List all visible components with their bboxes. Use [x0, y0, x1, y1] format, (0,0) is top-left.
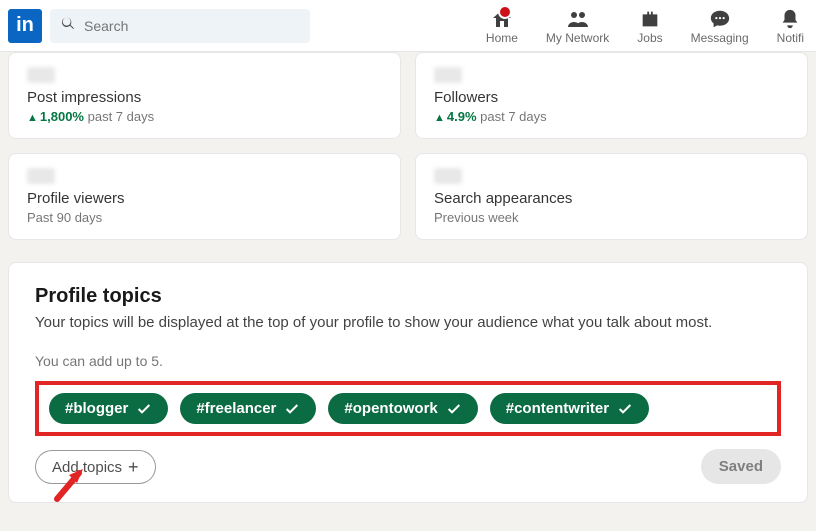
stat-title: Post impressions: [27, 89, 382, 106]
section-description: Your topics will be displayed at the top…: [35, 314, 781, 331]
nav-label: Messaging: [691, 31, 749, 45]
nav-label: Jobs: [637, 31, 662, 45]
annotation-arrow-icon: [49, 455, 97, 508]
briefcase-icon: [639, 7, 661, 31]
linkedin-logo[interactable]: in: [8, 9, 42, 43]
content: Post impressions ▲1,800% past 7 days Fol…: [0, 52, 816, 503]
bell-icon: [779, 7, 801, 31]
stat-title: Followers: [434, 89, 789, 106]
search-input[interactable]: [84, 18, 300, 34]
nav-label: My Network: [546, 31, 609, 45]
check-icon: [446, 401, 462, 417]
nav-network[interactable]: My Network: [546, 7, 609, 45]
stat-card-profile-viewers[interactable]: Profile viewers Past 90 days: [8, 153, 401, 240]
nav: Home My Network Jobs Messaging Notifi: [486, 7, 808, 45]
up-arrow-icon: ▲: [434, 112, 445, 124]
section-title: Profile topics: [35, 285, 781, 308]
nav-messaging[interactable]: Messaging: [691, 7, 749, 45]
nav-notifications[interactable]: Notifi: [777, 7, 804, 45]
search-icon: [60, 15, 76, 36]
plus-icon: +: [128, 458, 139, 476]
blurred-value: [434, 67, 462, 83]
topic-pill-opentowork[interactable]: #opentowork: [328, 393, 477, 424]
stat-title: Profile viewers: [27, 190, 382, 207]
global-header: in Home My Network Jobs: [0, 0, 816, 52]
stat-title: Search appearances: [434, 190, 789, 207]
stat-subtitle: Previous week: [434, 210, 789, 225]
stats-row-2: Profile viewers Past 90 days Search appe…: [8, 153, 808, 240]
check-icon: [617, 401, 633, 417]
stat-subtitle: Past 90 days: [27, 210, 382, 225]
saved-button: Saved: [701, 449, 781, 484]
nav-label: Notifi: [777, 31, 804, 45]
stat-subtitle: ▲4.9% past 7 days: [434, 109, 789, 124]
nav-label: Home: [486, 31, 518, 45]
check-icon: [284, 401, 300, 417]
notification-dot: [498, 5, 512, 19]
blurred-value: [27, 67, 55, 83]
blurred-value: [27, 168, 55, 184]
search-box[interactable]: [50, 9, 310, 43]
topic-pill-blogger[interactable]: #blogger: [49, 393, 168, 424]
stat-card-impressions[interactable]: Post impressions ▲1,800% past 7 days: [8, 52, 401, 139]
topic-pill-contentwriter[interactable]: #contentwriter: [490, 393, 649, 424]
highlight-box: #blogger #freelancer #opentowork #conten…: [35, 381, 781, 436]
chat-icon: [709, 7, 731, 31]
nav-jobs[interactable]: Jobs: [637, 7, 662, 45]
stat-card-search-appearances[interactable]: Search appearances Previous week: [415, 153, 808, 240]
blurred-value: [434, 168, 462, 184]
people-icon: [566, 7, 590, 31]
profile-topics-card: Profile topics Your topics will be displ…: [8, 262, 808, 503]
topics-limit-text: You can add up to 5.: [35, 353, 781, 369]
check-icon: [136, 401, 152, 417]
up-arrow-icon: ▲: [27, 112, 38, 124]
topic-pill-freelancer[interactable]: #freelancer: [180, 393, 316, 424]
nav-home[interactable]: Home: [486, 7, 518, 45]
stat-subtitle: ▲1,800% past 7 days: [27, 109, 382, 124]
stat-card-followers[interactable]: Followers ▲4.9% past 7 days: [415, 52, 808, 139]
stats-row-1: Post impressions ▲1,800% past 7 days Fol…: [8, 52, 808, 139]
